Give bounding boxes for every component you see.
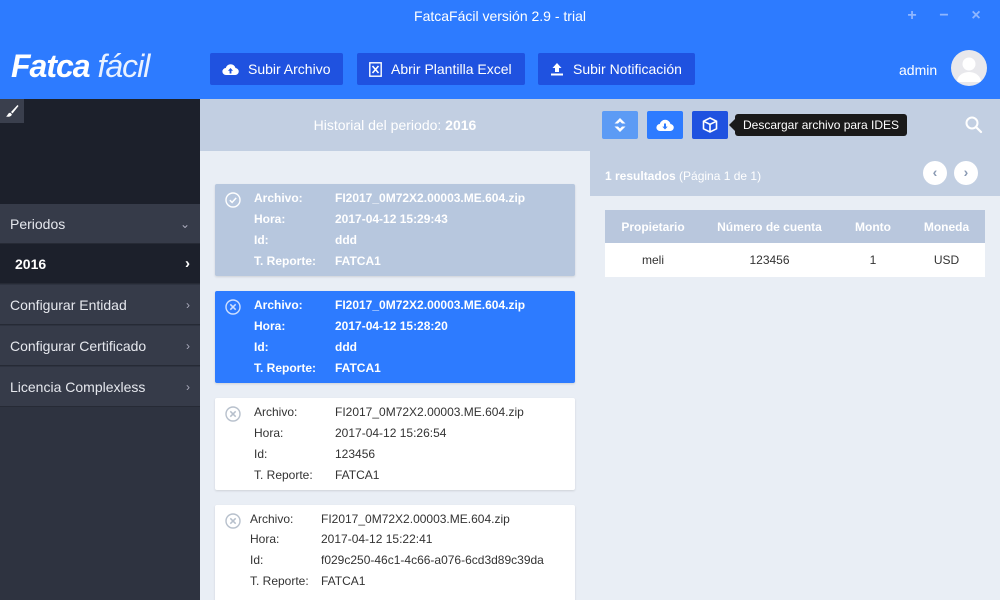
card-report-type: FATCA1 (335, 254, 381, 268)
tooltip: Descargar archivo para IDES (728, 114, 908, 136)
chevron-right-icon: › (186, 339, 190, 353)
sidebar-item-configurar-certificado[interactable]: Configurar Certificado › (0, 326, 200, 366)
sidebar-item-periodos[interactable]: Periodos ⌄ (0, 204, 200, 244)
next-page-button[interactable]: › (954, 161, 978, 185)
paintbrush-icon[interactable] (0, 99, 24, 123)
card-time: 2017-04-12 15:29:43 (335, 212, 448, 226)
history-title: Historial del periodo: 2016 (200, 99, 590, 151)
minimize-icon[interactable]: − (935, 7, 953, 25)
cloud-download-icon (656, 119, 674, 132)
card-time: 2017-04-12 15:28:20 (335, 319, 448, 333)
card-filename: FI2017_0M72X2.00003.ME.604.zip (335, 405, 524, 419)
table-row[interactable]: meli 123456 1 USD (605, 243, 985, 277)
title-bar: FatcaFácil versión 2.9 - trial + − × (0, 0, 1000, 33)
results-count: 1 resultados (Página 1 de 1) (605, 169, 762, 183)
results-table: Propietario Número de cuenta Monto Moned… (605, 210, 985, 277)
check-circle-icon (225, 192, 241, 208)
cloud-upload-icon (222, 63, 239, 75)
column-header[interactable]: Propietario (605, 210, 701, 243)
table-cell: 123456 (701, 243, 838, 277)
sidebar-item-configurar-entidad[interactable]: Configurar Entidad › (0, 285, 200, 325)
app-logo: Fatca fácil (11, 48, 150, 84)
error-circle-icon (225, 299, 241, 315)
error-circle-icon (225, 513, 241, 529)
history-panel: Historial del periodo: 2016 Archivo: FI2… (200, 99, 590, 600)
sidebar: Periodos ⌄ 2016 › Configurar Entidad › C… (0, 99, 200, 600)
chevron-right-icon: › (186, 298, 190, 312)
table-cell: meli (605, 243, 701, 277)
chevron-right-icon: › (185, 255, 190, 272)
avatar[interactable] (951, 50, 987, 86)
open-excel-template-button[interactable]: Abrir Plantilla Excel (357, 53, 525, 85)
sidebar-top (0, 99, 200, 204)
download-button[interactable] (647, 111, 683, 139)
card-report-type: FATCA1 (335, 468, 380, 482)
column-header[interactable]: Moneda (908, 210, 985, 243)
prev-page-button[interactable]: ‹ (923, 161, 947, 185)
history-card[interactable]: Archivo: FI2017_0M72X2.00003.ME.604.zip … (215, 184, 575, 276)
card-id: f029c250-46c1-4c66-a076-6cd3d89c39da (321, 553, 544, 567)
maximize-icon[interactable]: + (903, 7, 921, 25)
username[interactable]: admin (899, 62, 937, 78)
app-header: Fatca fácil Subir Archivo Abrir Plantill… (0, 33, 1000, 99)
package-icon (702, 117, 718, 133)
download-ides-button[interactable] (692, 111, 728, 139)
card-filename: FI2017_0M72X2.00003.ME.604.zip (321, 512, 510, 526)
history-card-selected[interactable]: Archivo: FI2017_0M72X2.00003.ME.604.zip … (215, 291, 575, 383)
upload-notification-button[interactable]: Subir Notificación (538, 53, 695, 85)
table-cell: USD (908, 243, 985, 277)
sidebar-item-licencia[interactable]: Licencia Complexless › (0, 367, 200, 407)
card-filename: FI2017_0M72X2.00003.ME.604.zip (335, 298, 526, 312)
table-cell: 1 (838, 243, 908, 277)
chevron-right-icon: › (186, 380, 190, 394)
card-id: 123456 (335, 447, 376, 461)
table-header-row: Propietario Número de cuenta Monto Moned… (605, 210, 985, 243)
results-toolbar: Descargar archivo para IDES 1 resultados… (590, 99, 1000, 196)
column-header[interactable]: Monto (838, 210, 908, 243)
window-title: FatcaFácil versión 2.9 - trial (414, 8, 586, 24)
chevron-down-icon: ⌄ (179, 217, 190, 231)
sort-button[interactable] (602, 111, 638, 139)
card-time: 2017-04-12 15:22:41 (321, 532, 433, 546)
results-panel: Descargar archivo para IDES 1 resultados… (590, 99, 1000, 600)
history-card[interactable]: Archivo: FI2017_0M72X2.00003.ME.604.zip … (215, 398, 575, 490)
card-report-type: FATCA1 (335, 361, 381, 375)
card-filename: FI2017_0M72X2.00003.ME.604.zip (335, 191, 526, 205)
card-time: 2017-04-12 15:26:54 (335, 426, 447, 440)
sidebar-item-2016[interactable]: 2016 › (0, 244, 200, 284)
user-icon (957, 57, 981, 82)
history-card[interactable]: Archivo: FI2017_0M72X2.00003.ME.604.zip … (215, 505, 575, 600)
card-id: ddd (335, 340, 357, 354)
upload-file-button[interactable]: Subir Archivo (210, 53, 343, 85)
column-header[interactable]: Número de cuenta (701, 210, 838, 243)
search-icon[interactable] (964, 115, 984, 135)
card-report-type: FATCA1 (321, 574, 366, 588)
error-circle-icon (225, 406, 241, 422)
card-id: ddd (335, 233, 357, 247)
close-icon[interactable]: × (967, 7, 985, 25)
excel-file-icon (369, 61, 382, 77)
sort-icon (614, 118, 626, 132)
upload-icon (551, 63, 563, 76)
